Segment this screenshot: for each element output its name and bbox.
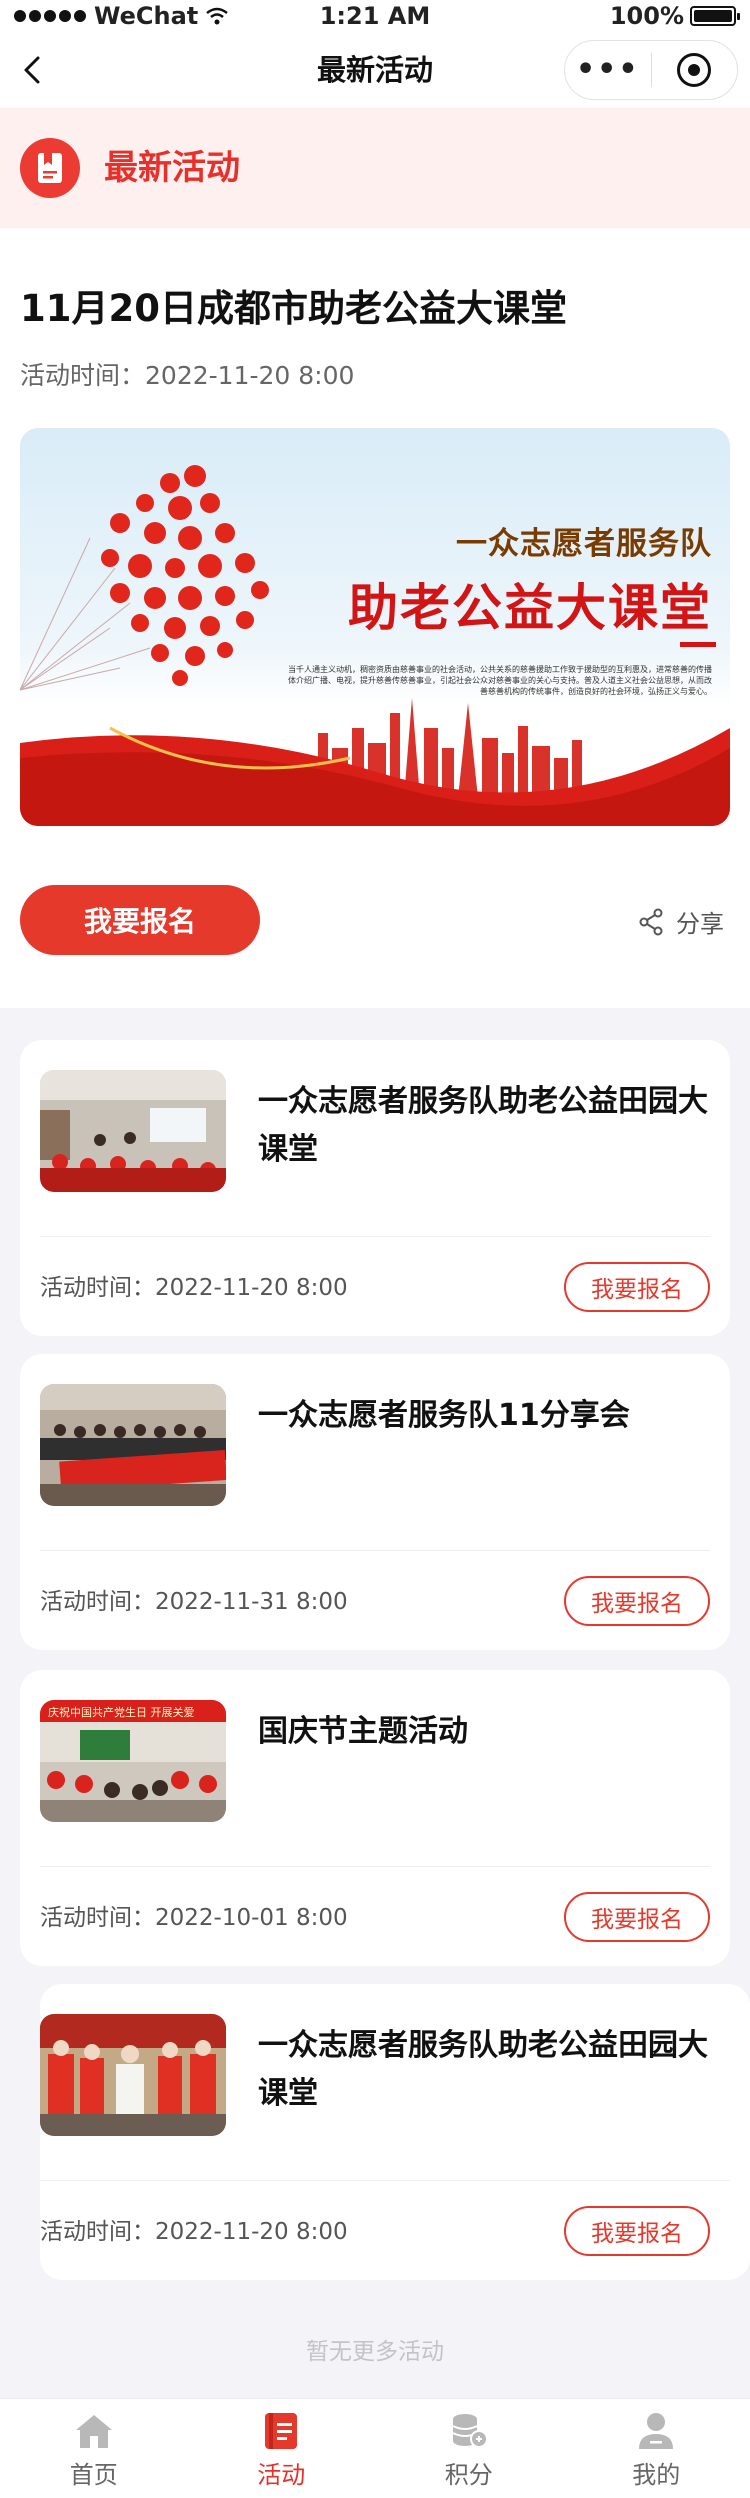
activity-time: 活动时间：2022-11-31 8:00 <box>40 1582 348 1616</box>
activity-time-value: 2022-11-20 8:00 <box>155 2219 348 2245</box>
nav-bar: 最新活动 ••• <box>0 32 750 108</box>
banner-body: 当千人通主义动机，稠密资质由慈善事业的社会活动，公共关系的慈善援助工作致于援助型… <box>288 665 712 696</box>
activity-title: 一众志愿者服务队11分享会 <box>258 1398 630 1433</box>
tab-points-label: 积分 <box>444 2461 493 2489</box>
activity-time: 活动时间：2022-10-01 8:00 <box>40 1898 348 1932</box>
featured-time-value: 2022-11-20 8:00 <box>145 361 355 390</box>
no-more-text: 暂无更多活动 <box>306 2339 444 2365</box>
status-bar: WeChat 1:21 AM 100% <box>0 0 750 32</box>
activity-card[interactable]: 庆祝中国共产党生日 开展关爱 国庆节主题活动 活动时间：2022-10-01 8… <box>20 1670 730 1966</box>
activity-title: 一众志愿者服务队助老公益田园大课堂 <box>258 2028 708 2111</box>
featured-banner[interactable]: 一众志愿者服务队 助老公益大课堂 当千人通主义动机，稠密资质由慈善事业的社会活动… <box>20 428 730 826</box>
banner-heading: 助老公益大课堂 <box>348 579 712 637</box>
featured-time-label: 活动时间： <box>20 361 146 390</box>
tab-activity-label: 活动 <box>257 2461 306 2489</box>
target-icon <box>677 53 712 87</box>
activity-time-value: 2022-10-01 8:00 <box>155 1905 348 1931</box>
activity-time-label: 活动时间： <box>40 2219 155 2245</box>
photo-banner-text: 庆祝中国共产党生日 开展关爱 <box>48 1705 195 1719</box>
tab-profile[interactable]: 我的 <box>563 2399 750 2498</box>
activity-time-label: 活动时间： <box>40 1589 155 1615</box>
section-header: 最新活动 <box>0 108 750 228</box>
share-icon <box>639 908 663 935</box>
signup-button[interactable]: 我要报名 <box>20 885 260 955</box>
battery-icon <box>690 6 740 26</box>
activity-title: 国庆节主题活动 <box>258 1714 468 1749</box>
banner-slogan: 一众志愿者服务队 <box>456 526 712 562</box>
mini-program-capsule: ••• <box>564 40 738 100</box>
share-button[interactable]: 分享 <box>638 904 724 939</box>
home-icon <box>75 2415 112 2448</box>
more-options-button[interactable]: ••• <box>565 40 651 100</box>
activity-photo <box>40 1384 226 1506</box>
activity-time-label: 活动时间： <box>40 1905 155 1931</box>
activity-signup-button[interactable]: 我要报名 <box>564 1892 710 1942</box>
activity-card[interactable]: 一众志愿者服务队11分享会 活动时间：2022-11-31 8:00 我要报名 <box>20 1354 730 1650</box>
battery-percent: 100% <box>609 2 684 30</box>
document-icon <box>20 138 80 198</box>
activity-time-label: 活动时间： <box>40 1275 155 1301</box>
section-title: 最新活动 <box>104 148 240 188</box>
tab-activity[interactable]: 活动 <box>188 2399 376 2498</box>
activity-time: 活动时间：2022-11-20 8:00 <box>40 1268 348 1302</box>
points-icon <box>452 2414 488 2448</box>
activity-photo <box>40 2014 226 2136</box>
activity-signup-button[interactable]: 我要报名 <box>564 1262 710 1312</box>
user-icon <box>639 2413 674 2449</box>
activity-signup-button[interactable]: 我要报名 <box>564 2206 710 2256</box>
close-mini-program-button[interactable] <box>652 53 738 87</box>
activity-photo <box>40 1070 226 1192</box>
tab-home[interactable]: 首页 <box>0 2399 188 2498</box>
activity-time-value: 2022-11-20 8:00 <box>155 1275 348 1301</box>
activity-card[interactable]: 一众志愿者服务队助老公益田园大课堂 活动时间：2022-11-20 8:00 我… <box>20 1040 730 1336</box>
featured-time: 活动时间：2022-11-20 8:00 <box>20 356 354 392</box>
activity-time: 活动时间：2022-11-20 8:00 <box>40 2212 348 2246</box>
tab-points[interactable]: 积分 <box>375 2399 563 2498</box>
activity-icon <box>265 2413 298 2449</box>
activity-card[interactable]: 一众志愿者服务队助老公益田园大课堂 活动时间：2022-11-20 8:00 我… <box>40 1984 750 2280</box>
featured-title: 11月20日成都市助老公益大课堂 <box>20 287 567 330</box>
activity-signup-button[interactable]: 我要报名 <box>564 1576 710 1626</box>
share-label: 分享 <box>676 910 724 938</box>
activity-photo: 庆祝中国共产党生日 开展关爱 <box>40 1700 226 1822</box>
tab-home-label: 首页 <box>69 2461 118 2489</box>
featured-activity: 11月20日成都市助老公益大课堂 活动时间：2022-11-20 8:00 一众… <box>0 228 750 1008</box>
tab-profile-label: 我的 <box>632 2461 681 2489</box>
tab-bar: 首页 活动 积分 我的 <box>0 2398 750 2498</box>
activity-title: 一众志愿者服务队助老公益田园大课堂 <box>258 1084 708 1167</box>
activity-time-value: 2022-11-31 8:00 <box>155 1589 348 1615</box>
